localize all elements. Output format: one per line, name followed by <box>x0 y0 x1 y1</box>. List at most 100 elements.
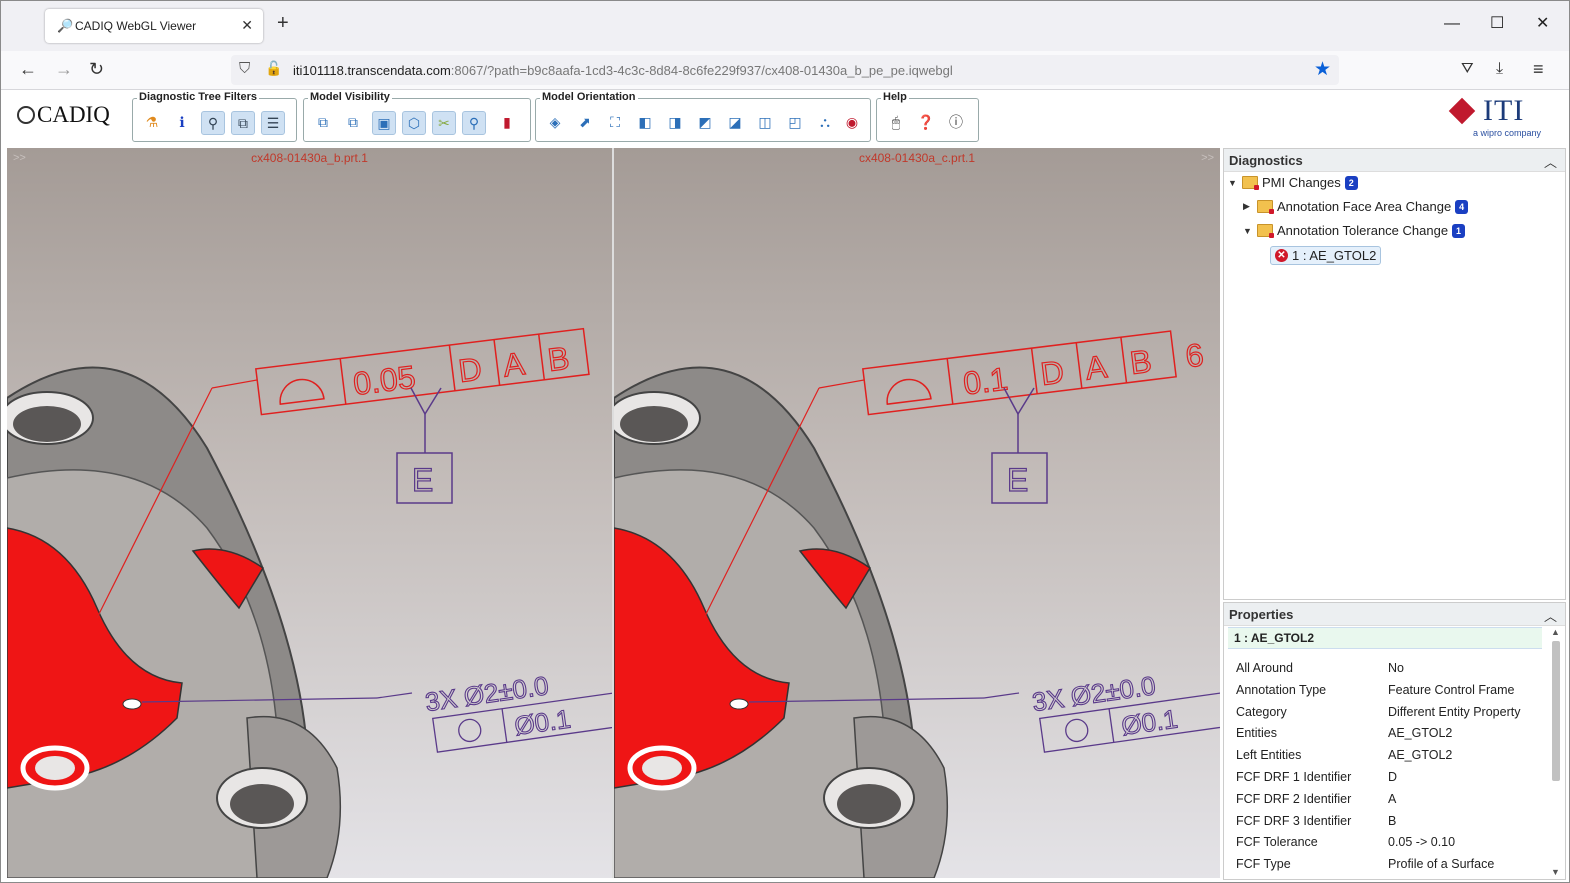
address-bar[interactable]: ⛉ 🔓 iti101118.transcendata.com:8067/?pat… <box>231 55 1339 85</box>
scroll-down-icon[interactable]: ▼ <box>1551 867 1560 877</box>
right-fcf-tolerance: 0.1 <box>961 360 1010 401</box>
fit-view-icon[interactable]: ◈ <box>544 111 566 133</box>
tree-item-face-area-change[interactable]: ▶ Annotation Face Area Change 4 <box>1243 199 1469 214</box>
property-key: All Around <box>1236 661 1293 675</box>
filter-list-icon[interactable]: ☰ <box>261 111 285 135</box>
download-icon[interactable]: ⤓ <box>1496 59 1503 79</box>
properties-title: Properties <box>1229 607 1294 622</box>
collapse-icon[interactable]: ︿ <box>1544 606 1557 625</box>
pocket-icon[interactable]: ⛛ <box>1461 59 1474 79</box>
new-tab-button[interactable]: + <box>277 13 289 33</box>
collapse-icon[interactable]: ︿ <box>1544 152 1557 171</box>
close-tab-icon[interactable]: ✕ <box>241 17 253 34</box>
property-row[interactable]: FCF DRF 3 Identifier B <box>1236 812 1546 832</box>
back-icon[interactable]: ← <box>19 59 37 79</box>
left-fcf-tolerance: 0.05 <box>351 359 417 402</box>
page-icon: 🔎 <box>57 18 74 33</box>
property-row[interactable]: Category Different Entity Property <box>1236 703 1546 723</box>
logo-text: CADIQ <box>37 102 110 127</box>
insecure-lock-icon[interactable]: 🔓 <box>265 60 282 77</box>
iti-logo: ITI a wipro company <box>1448 94 1549 138</box>
property-key: FCF DRF 2 Identifier <box>1236 791 1352 806</box>
menu-icon[interactable]: ≡ <box>1533 59 1544 79</box>
info-filter-icon[interactable]: ℹ <box>171 111 193 133</box>
properties-scrollbar[interactable]: ▲ ▼ <box>1550 627 1562 877</box>
bookmark-star-icon[interactable]: ★ <box>1314 58 1331 81</box>
maximize-icon[interactable]: ☐ <box>1490 15 1504 33</box>
tree-item-pmi-changes[interactable]: ▼ PMI Changes 2 <box>1228 175 1358 190</box>
tree-item-ae-gtol2[interactable]: ✕ 1 : AE_GTOL2 <box>1270 246 1382 265</box>
zoom-extents-icon[interactable]: ⛶ <box>604 111 626 133</box>
isometric-view-icon[interactable]: ⛬ <box>814 111 836 133</box>
bottom-view-icon[interactable]: ◰ <box>784 111 806 133</box>
count-badge: 2 <box>1344 175 1358 190</box>
count-badge: 4 <box>1455 199 1469 214</box>
right-callout-line2: Ø0.1 <box>1120 703 1180 741</box>
property-row[interactable]: All Around No <box>1236 659 1546 679</box>
right-fcf-trailing: 6 <box>1184 336 1206 374</box>
scroll-thumb[interactable] <box>1552 641 1560 781</box>
iti-mark-icon <box>1448 97 1476 125</box>
solid-view-icon[interactable]: ▣ <box>372 111 396 135</box>
pmi-view-icon[interactable]: ✂ <box>432 111 456 135</box>
shield-icon[interactable]: ⛉ <box>239 60 250 77</box>
expanded-arrow-icon[interactable]: ▼ <box>1228 178 1238 188</box>
minimize-icon[interactable]: — <box>1444 15 1460 33</box>
help-icon[interactable]: ❓ <box>915 111 937 133</box>
tree-item-label: 1 : AE_GTOL2 <box>1292 248 1377 263</box>
rotate-icon[interactable]: ⬈ <box>574 111 596 133</box>
property-value: 0.05 -> 0.10 <box>1388 835 1456 850</box>
about-icon[interactable]: ⓘ <box>945 111 967 133</box>
close-window-icon[interactable]: ✕ <box>1536 15 1549 33</box>
reload-icon[interactable]: ↻ <box>89 59 104 79</box>
collapsed-arrow-icon[interactable]: ▶ <box>1243 201 1253 212</box>
front-view-icon[interactable]: ◧ <box>634 111 656 133</box>
left-hole-callout: 3X Ø2±0.0 Ø0.1 <box>423 670 612 753</box>
property-row[interactable]: FCF DRF 1 Identifier D <box>1236 768 1546 788</box>
right-datum-label: E <box>1007 462 1028 498</box>
right-view-icon[interactable]: ◪ <box>724 111 746 133</box>
properties-header[interactable]: Properties ︿ <box>1224 603 1565 626</box>
left-fcf-ref-3: B <box>546 340 572 378</box>
show-selected-icon[interactable]: ⧉ <box>342 111 364 133</box>
count-badge: 1 <box>1452 223 1466 238</box>
show-all-icon[interactable]: ⧉ <box>312 111 334 133</box>
left-fcf-ref-1: D <box>456 350 483 389</box>
scroll-up-icon[interactable]: ▲ <box>1551 627 1560 637</box>
right-model-render[interactable]: 0.1 D A B 6 E 3X Ø2±0.0 Ø0.1 <box>614 148 1220 878</box>
iti-logo-text: ITI <box>1483 94 1525 127</box>
property-row[interactable]: FCF DRF 2 Identifier A <box>1236 790 1546 810</box>
forward-icon[interactable]: → <box>55 59 73 79</box>
highlight-view-icon[interactable]: ▮ <box>496 111 518 133</box>
tree-item-label: PMI Changes <box>1262 175 1341 190</box>
property-row[interactable]: FCF Tolerance 0.05 -> 0.10 <box>1236 833 1546 853</box>
orientation-compass-icon[interactable]: ◉ <box>841 111 863 133</box>
group-title: Model Visibility <box>308 91 392 103</box>
annotation-view-icon[interactable]: ⚲ <box>462 111 486 135</box>
property-value: A <box>1388 791 1397 806</box>
diagnostics-header[interactable]: Diagnostics ︿ <box>1224 149 1565 172</box>
top-view-icon[interactable]: ◫ <box>754 111 776 133</box>
browser-tab[interactable]: 🔎 CADIQ WebGL Viewer ✕ <box>45 9 263 43</box>
expanded-arrow-icon[interactable]: ▼ <box>1243 226 1253 236</box>
property-key: FCF DRF 1 Identifier <box>1236 770 1352 784</box>
property-row[interactable]: Left Entities AE_GTOL2 <box>1236 746 1546 766</box>
left-view-icon[interactable]: ◩ <box>694 111 716 133</box>
right-model-viewport[interactable]: 0.1 D A B 6 E 3X Ø2±0.0 Ø0.1 >> cx408-01… <box>614 148 1220 878</box>
filter-parts-icon[interactable]: ⧉ <box>231 111 255 135</box>
property-key: Annotation Type <box>1236 682 1327 697</box>
flask-icon[interactable]: ⚗ <box>141 111 163 133</box>
left-model-render[interactable]: 0.05 D A B E 3X Ø2±0.0 Ø0.1 <box>7 148 612 878</box>
left-model-viewport[interactable]: 0.05 D A B E 3X Ø2±0.0 Ø0.1 >> cx408-014… <box>7 148 612 878</box>
property-row[interactable]: Annotation Type Feature Control Frame <box>1236 681 1546 701</box>
property-row[interactable]: Entities AE_GTOL2 <box>1236 724 1546 744</box>
filter-tree-icon[interactable]: ⚲ <box>201 111 225 135</box>
url-text[interactable]: iti101118.transcendata.com:8067/?path=b9… <box>293 63 953 78</box>
property-value: D <box>1388 770 1398 784</box>
wireframe-view-icon[interactable]: ⬡ <box>402 111 426 135</box>
tree-item-tolerance-change[interactable]: ▼ Annotation Tolerance Change 1 <box>1243 223 1466 238</box>
selected-tree-item[interactable]: ✕ 1 : AE_GTOL2 <box>1270 246 1382 265</box>
mouse-help-icon[interactable]: 🖱 <box>885 111 907 133</box>
property-row[interactable]: FCF Type Profile of a Surface <box>1236 855 1546 875</box>
back-view-icon[interactable]: ◨ <box>664 111 686 133</box>
